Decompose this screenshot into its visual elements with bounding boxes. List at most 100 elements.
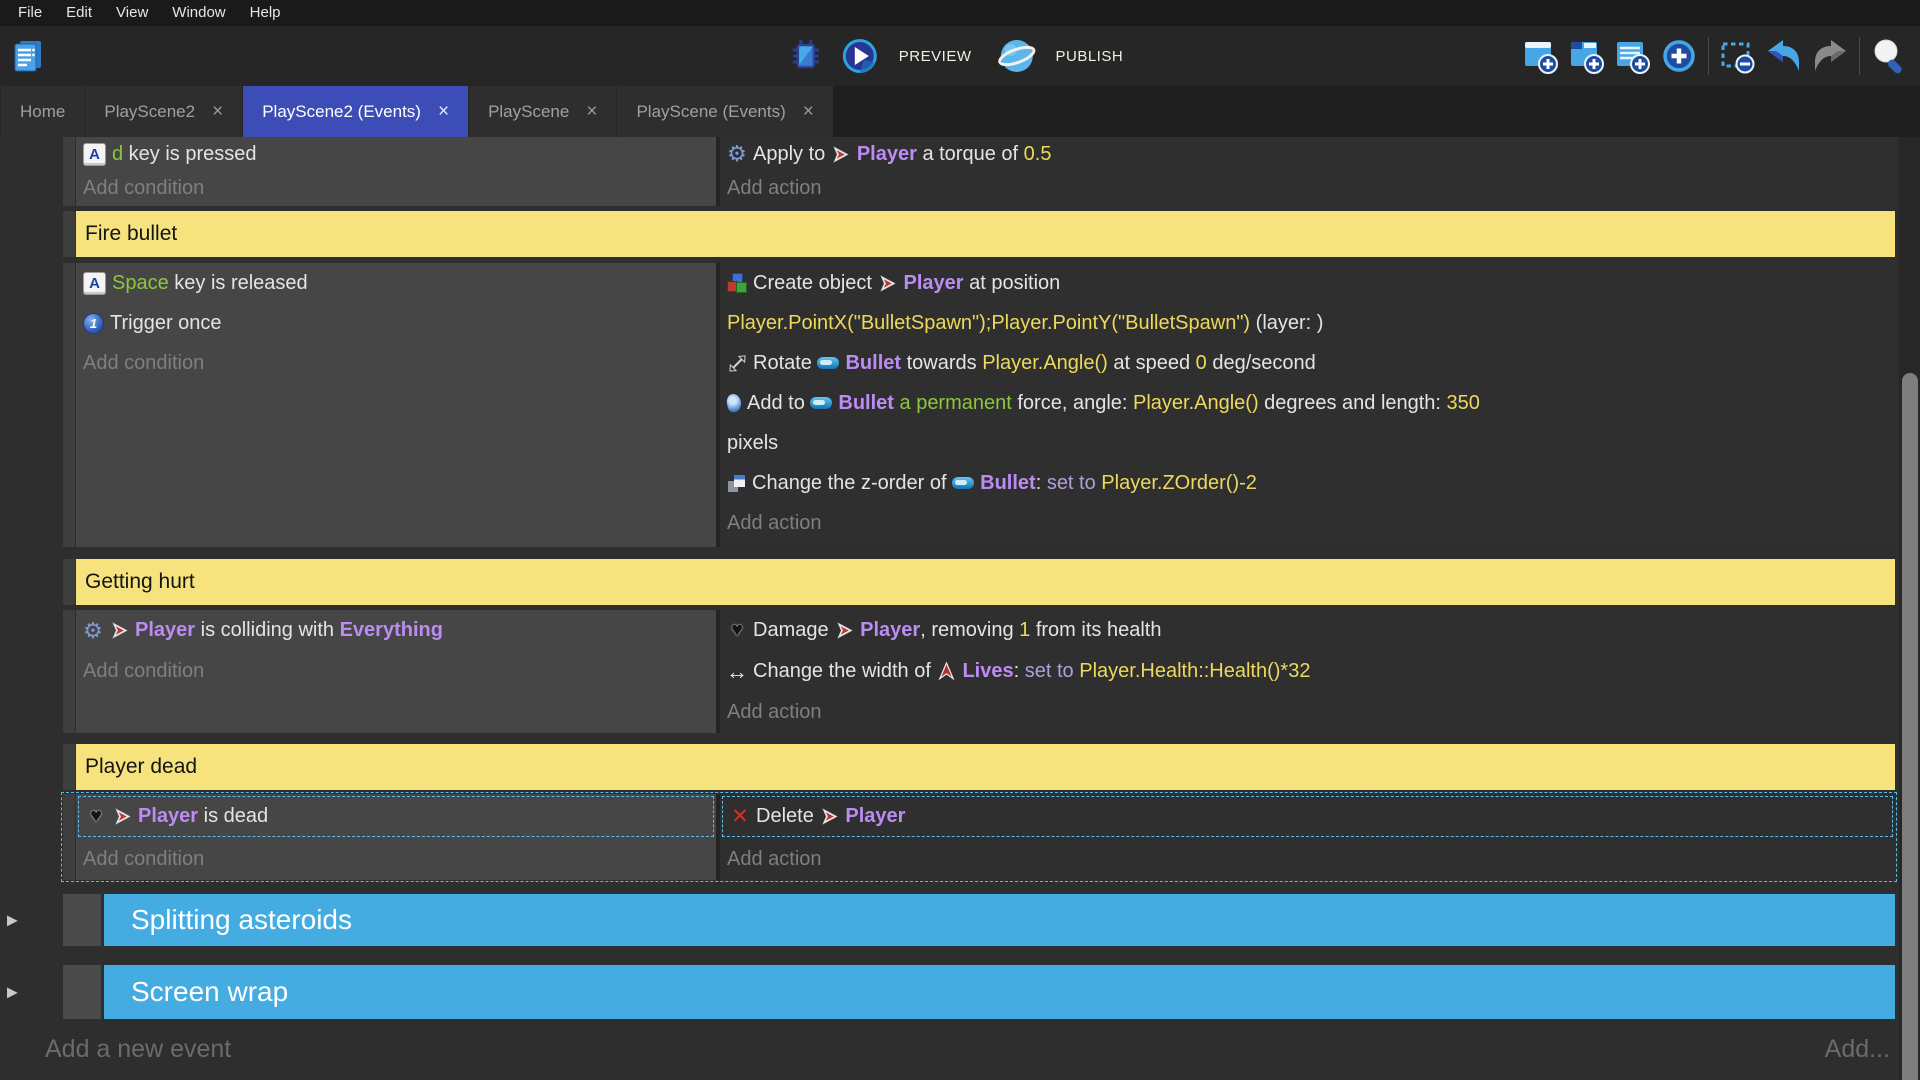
tab-close-icon[interactable]: × bbox=[438, 102, 449, 121]
force-icon bbox=[725, 393, 742, 414]
add-action-button[interactable]: Add action bbox=[720, 692, 1895, 733]
group-header-screen-wrap[interactable]: ▶Screen wrap bbox=[104, 965, 1895, 1019]
preview-button[interactable]: PREVIEW bbox=[899, 48, 972, 65]
add-condition-button[interactable]: Add condition bbox=[76, 651, 716, 692]
action-line[interactable]: Player.PointX("BulletSpawn");Player.Poin… bbox=[720, 303, 1895, 343]
search-icon[interactable] bbox=[1866, 33, 1912, 79]
add-event-icon[interactable] bbox=[1518, 33, 1564, 79]
toolbar-separator bbox=[1708, 37, 1709, 75]
action-line[interactable]: Change the z-order of Bullet: set to Pla… bbox=[720, 463, 1895, 503]
add-new-event-button[interactable]: Add a new event bbox=[45, 1035, 231, 1064]
width-arrow-icon: ↔ bbox=[727, 662, 747, 682]
redo-icon[interactable] bbox=[1807, 33, 1853, 79]
remove-selection-icon[interactable] bbox=[1715, 33, 1761, 79]
menu-help[interactable]: Help bbox=[238, 0, 293, 26]
sheet-footer: Add a new event Add... bbox=[45, 1035, 1890, 1064]
action-line[interactable]: pixels bbox=[720, 423, 1895, 463]
action-line[interactable]: Rotate Bullet towards Player.Angle() at … bbox=[720, 343, 1895, 383]
tab-playscene2[interactable]: PlayScene2 × bbox=[84, 86, 242, 137]
actions-column: ♥Damage Player, removing 1 from its heal… bbox=[720, 610, 1895, 733]
gdevelop-window: FileEditViewWindowHelp PREVIEW PUBLISH Ho… bbox=[0, 0, 1920, 1080]
conditions-column: ♥Player is deadAdd condition bbox=[76, 794, 716, 880]
rotate-icon bbox=[727, 353, 747, 373]
condition-line[interactable]: ♥Player is dead bbox=[78, 796, 714, 837]
tab-close-icon[interactable]: × bbox=[212, 102, 223, 121]
create-object-icon bbox=[727, 273, 747, 293]
toolbar: PREVIEW PUBLISH bbox=[0, 26, 1920, 86]
debug-icon[interactable] bbox=[783, 33, 829, 79]
player-object-icon bbox=[831, 144, 851, 164]
conditions-column: Ad key is pressedAdd condition bbox=[76, 137, 716, 206]
player-object-icon bbox=[819, 807, 839, 827]
menu-edit[interactable]: Edit bbox=[54, 0, 104, 26]
tab-label: PlayScene (Events) bbox=[636, 102, 785, 122]
collapse-arrow-icon[interactable]: ▶ bbox=[7, 912, 18, 929]
group-label: Getting hurt bbox=[85, 570, 195, 594]
add-condition-button[interactable]: Add condition bbox=[76, 343, 716, 383]
condition-line[interactable]: ⚙Player is colliding with Everything bbox=[76, 610, 716, 651]
publish-globe-icon[interactable] bbox=[993, 33, 1039, 79]
physics-gear-icon: ⚙ bbox=[727, 144, 747, 164]
condition-line[interactable]: Ad key is pressed bbox=[76, 137, 716, 171]
event-rows: Ad key is pressedAdd condition⚙Apply to … bbox=[0, 137, 1920, 1019]
group-header-player-dead[interactable]: Player dead bbox=[76, 744, 1895, 790]
tab-label: PlayScene2 (Events) bbox=[262, 102, 421, 122]
tab-home[interactable]: Home bbox=[0, 86, 84, 137]
add-action-button[interactable]: Add action bbox=[720, 503, 1895, 543]
condition-line[interactable]: ASpace key is released bbox=[76, 263, 716, 303]
add-action-button[interactable]: Add action bbox=[720, 171, 1895, 205]
gdevelop-logo-icon[interactable] bbox=[6, 33, 52, 79]
tab-label: PlayScene2 bbox=[104, 102, 195, 122]
player-object-icon bbox=[112, 807, 132, 827]
player-object-icon bbox=[109, 621, 129, 641]
tab-playscene-events[interactable]: PlayScene (Events) × bbox=[616, 86, 832, 137]
tab-close-icon[interactable]: × bbox=[586, 102, 597, 121]
lives-object-icon bbox=[936, 662, 956, 682]
delete-cross-icon: ✕ bbox=[730, 807, 750, 827]
menu-view[interactable]: View bbox=[104, 0, 160, 26]
group-header-getting-hurt[interactable]: Getting hurt bbox=[76, 559, 1895, 605]
bullet-object-icon bbox=[810, 397, 832, 409]
action-line[interactable]: Create object Player at position bbox=[720, 263, 1895, 303]
menu-window[interactable]: Window bbox=[160, 0, 237, 26]
group-label: Player dead bbox=[85, 755, 197, 779]
toolbar-separator bbox=[1859, 37, 1860, 75]
add-action-button[interactable]: Add action bbox=[720, 839, 1895, 880]
action-line[interactable]: ♥Damage Player, removing 1 from its heal… bbox=[720, 610, 1895, 651]
group-header-splitting-asteroids[interactable]: ▶Splitting asteroids bbox=[104, 894, 1895, 946]
add-comment-icon[interactable] bbox=[1610, 33, 1656, 79]
menu-file[interactable]: File bbox=[6, 0, 54, 26]
action-line[interactable]: ⚙Apply to Player a torque of 0.5 bbox=[720, 137, 1895, 171]
conditions-column: ASpace key is released1Trigger onceAdd c… bbox=[76, 263, 716, 547]
group-label: Screen wrap bbox=[131, 976, 288, 1008]
publish-button[interactable]: PUBLISH bbox=[1055, 48, 1123, 65]
add-button[interactable]: Add... bbox=[1825, 1035, 1890, 1064]
event-row[interactable]: Ad key is pressedAdd condition⚙Apply to … bbox=[76, 137, 1895, 206]
menu-bar: FileEditViewWindowHelp bbox=[0, 0, 1920, 26]
actions-column: ⚙Apply to Player a torque of 0.5Add acti… bbox=[720, 137, 1895, 206]
player-object-icon bbox=[834, 621, 854, 641]
add-new-icon[interactable] bbox=[1656, 33, 1702, 79]
event-row[interactable]: ⚙Player is colliding with EverythingAdd … bbox=[76, 610, 1895, 733]
condition-line[interactable]: 1Trigger once bbox=[76, 303, 716, 343]
preview-play-icon[interactable] bbox=[837, 33, 883, 79]
add-subevent-icon[interactable] bbox=[1564, 33, 1610, 79]
tab-playscene[interactable]: PlayScene× bbox=[468, 86, 616, 137]
collapse-arrow-icon[interactable]: ▶ bbox=[7, 984, 18, 1001]
toolbar-center: PREVIEW PUBLISH bbox=[783, 26, 1137, 86]
add-condition-button[interactable]: Add condition bbox=[76, 839, 716, 880]
action-line[interactable]: Add to Bullet a permanent force, angle: … bbox=[720, 383, 1895, 423]
z-order-icon bbox=[727, 474, 746, 493]
action-line[interactable]: ↔Change the width of Lives: set to Playe… bbox=[720, 651, 1895, 692]
heart-icon: ♥ bbox=[86, 807, 106, 827]
undo-icon[interactable] bbox=[1761, 33, 1807, 79]
tab-close-icon[interactable]: × bbox=[803, 102, 814, 121]
event-row[interactable]: ♥Player is deadAdd condition✕Delete Play… bbox=[76, 794, 1895, 880]
event-row[interactable]: ASpace key is released1Trigger onceAdd c… bbox=[76, 263, 1895, 547]
action-line[interactable]: ✕Delete Player bbox=[722, 796, 1893, 837]
tab-playscene2-events[interactable]: PlayScene2 (Events) × bbox=[242, 86, 468, 137]
heart-icon: ♥ bbox=[727, 621, 747, 641]
group-header-fire-bullet[interactable]: Fire bullet bbox=[76, 211, 1895, 257]
add-condition-button[interactable]: Add condition bbox=[76, 171, 716, 205]
scrollbar-thumb[interactable] bbox=[1902, 373, 1918, 1080]
